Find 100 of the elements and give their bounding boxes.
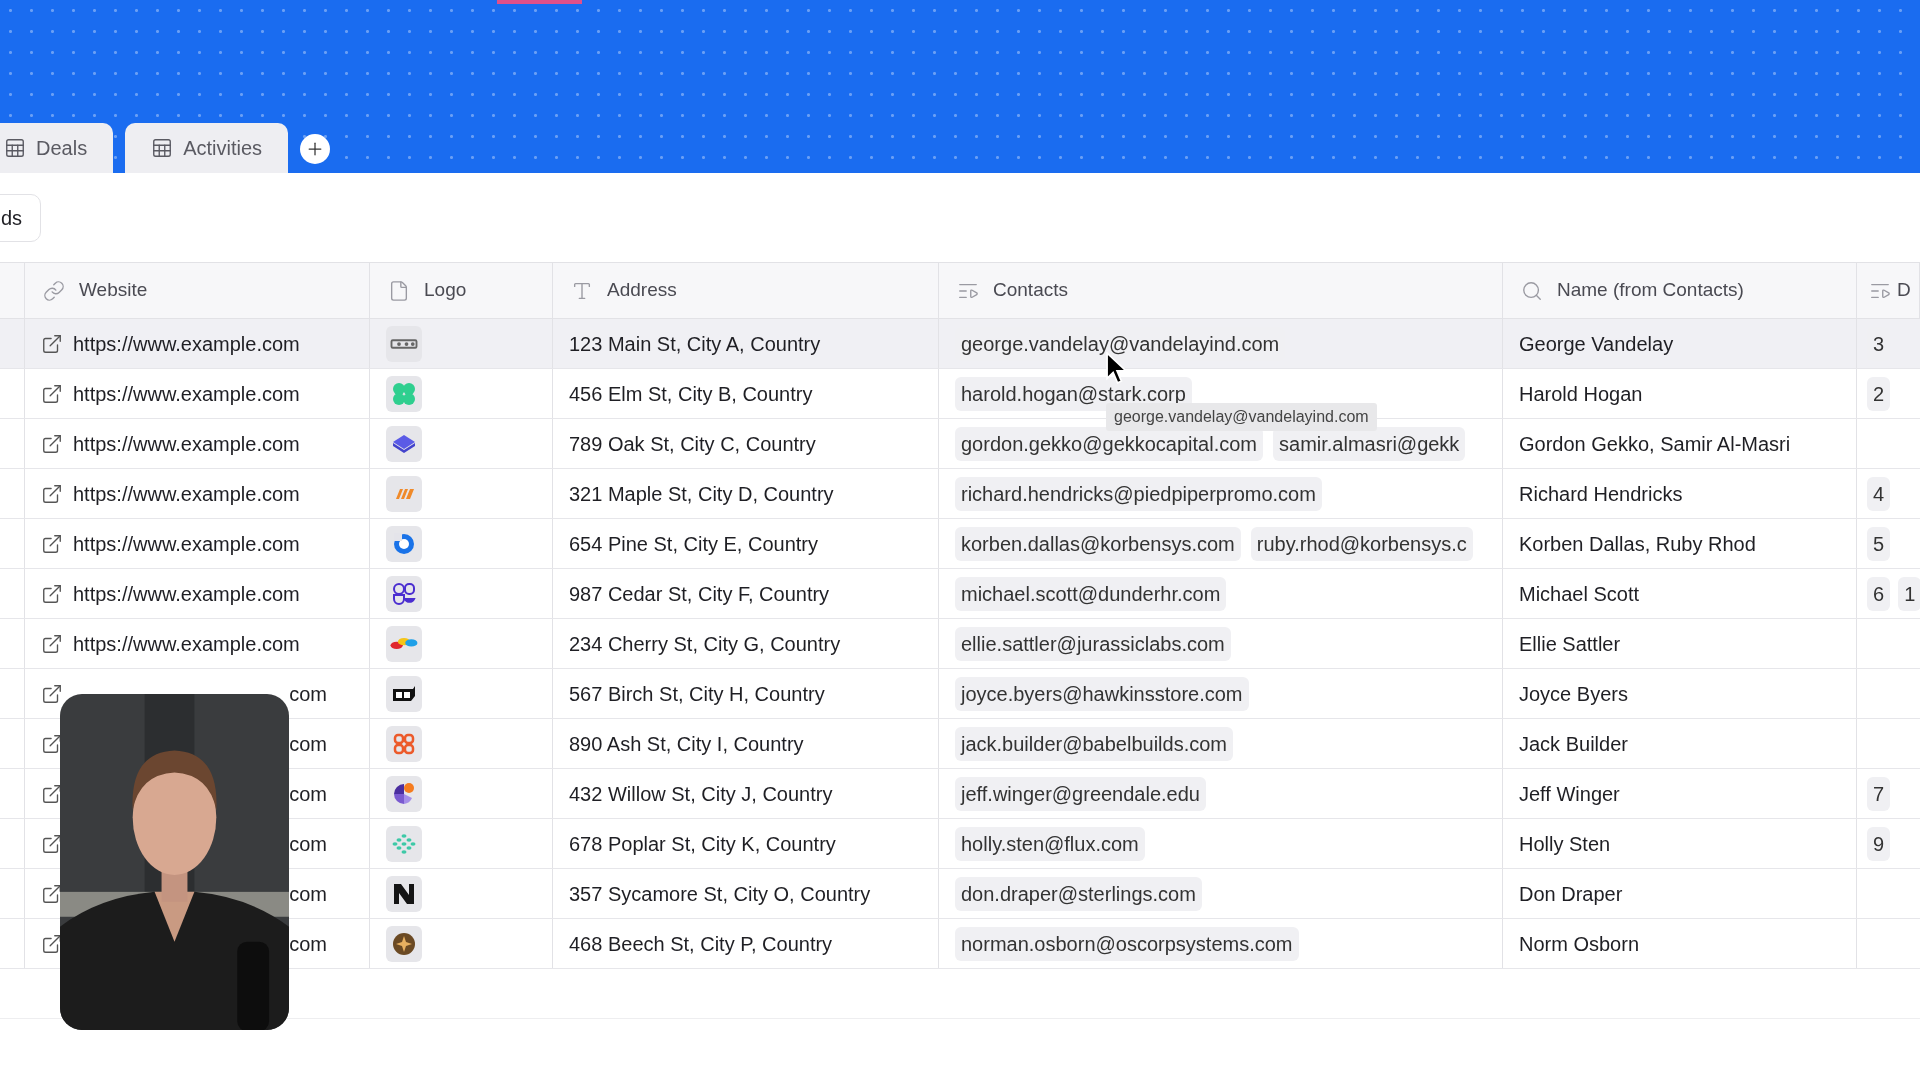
address-cell-text: 234 Cherry St, City G, Country — [569, 631, 841, 657]
column-header: Contacts — [993, 278, 1068, 303]
contact-chip[interactable]: harold.hogan@stark.corp — [955, 376, 1192, 411]
logo-thumbnail[interactable] — [386, 525, 422, 562]
logo-thumbnail[interactable] — [386, 375, 422, 412]
contact-chip[interactable]: samir.almasri@gekk — [1273, 426, 1466, 461]
logo-thumbnail[interactable] — [386, 575, 422, 612]
file-icon — [388, 279, 410, 302]
website-link[interactable]: com — [289, 728, 327, 759]
add-tab-button[interactable] — [300, 134, 331, 164]
logo-thumbnail[interactable] — [386, 325, 422, 362]
name-cell-text: Jack Builder — [1519, 731, 1628, 757]
count-chip[interactable]: 1 — [1898, 576, 1920, 611]
table-icon — [4, 137, 26, 159]
logo-thumbnail[interactable] — [386, 775, 422, 812]
logo-thumbnail[interactable] — [386, 625, 422, 662]
logo-thumbnail[interactable] — [386, 675, 422, 712]
contact-chip[interactable]: richard.hendricks@piedpiperpromo.com — [955, 476, 1322, 511]
external-link-icon[interactable] — [41, 432, 63, 455]
name-cell-text: George Vandelay — [1519, 331, 1674, 357]
external-link-icon[interactable] — [41, 382, 63, 405]
count-chip[interactable]: 5 — [1867, 526, 1891, 561]
website-link[interactable]: com — [289, 678, 327, 709]
address-cell-text: 456 Elm St, City B, Country — [569, 381, 813, 407]
external-link-icon[interactable] — [41, 582, 63, 605]
address-cell-text: 987 Cedar St, City F, Country — [569, 581, 830, 607]
website-link[interactable]: https://www.example.com — [73, 328, 300, 359]
website-link[interactable]: https://www.example.com — [73, 378, 300, 409]
address-cell-text: 357 Sycamore St, City O, Country — [569, 881, 871, 907]
logo-thumbnail[interactable] — [386, 425, 422, 462]
address-cell-text: 789 Oak St, City C, Country — [569, 431, 816, 457]
logo-icon — [390, 338, 418, 349]
contact-chip[interactable]: ellie.sattler@jurassiclabs.com — [955, 626, 1231, 661]
website-link[interactable]: https://www.example.com — [73, 428, 300, 459]
count-chip[interactable]: 2 — [1867, 376, 1891, 411]
name-cell-text: Harold Hogan — [1519, 381, 1643, 407]
search-icon — [1521, 279, 1543, 302]
address-cell-text: 123 Main St, City A, Country — [569, 331, 821, 357]
address-cell-text: 890 Ash St, City I, Country — [569, 731, 804, 757]
address-cell-text: 468 Beech St, City P, Country — [569, 931, 833, 957]
logo-thumbnail[interactable] — [386, 875, 422, 912]
name-cell-text: Gordon Gekko, Samir Al-Masri — [1519, 431, 1791, 457]
name-cell-text: Michael Scott — [1519, 581, 1640, 607]
link-icon — [43, 279, 65, 302]
tooltip: george.vandelay@vandelayind.com — [1106, 403, 1377, 431]
website-link[interactable]: com — [289, 928, 327, 959]
column-header: D — [1897, 278, 1911, 303]
logo-thumbnail[interactable] — [386, 725, 422, 762]
address-cell-text: 432 Willow St, City J, Country — [569, 781, 833, 807]
count-chip[interactable]: 6 — [1867, 576, 1891, 611]
website-link[interactable]: com — [289, 778, 327, 809]
logo-icon — [390, 638, 418, 649]
name-cell-text: Norm Osborn — [1519, 931, 1640, 957]
count-chip[interactable]: 4 — [1867, 476, 1891, 511]
external-link-icon[interactable] — [41, 482, 63, 505]
count-chip[interactable]: 7 — [1867, 776, 1891, 811]
toolbar-button[interactable]: ds — [0, 193, 42, 242]
tab[interactable]: Deals — [0, 123, 114, 173]
website-link[interactable]: com — [289, 878, 327, 909]
contact-chip[interactable]: korben.dallas@korbensys.com — [955, 526, 1241, 561]
website-link[interactable]: https://www.example.com — [73, 528, 300, 559]
column-header: Logo — [424, 278, 467, 303]
contact-chip[interactable]: jack.builder@babelbuilds.com — [955, 726, 1233, 761]
address-cell-text: 321 Maple St, City D, Country — [569, 481, 834, 507]
column-header: Address — [607, 278, 677, 303]
table-row[interactable]: com 567 Birch St, City H, Country joyce.byers@hawkinsstore.com Joyce Byers — [0, 669, 1920, 719]
address-cell-text: 654 Pine St, City E, Country — [569, 531, 818, 557]
name-cell-text: Ellie Sattler — [1519, 631, 1621, 657]
name-cell-text: Korben Dallas, Ruby Rhod — [1519, 531, 1756, 557]
column-header: Name (from Contacts) — [1557, 278, 1744, 303]
table-row[interactable]: https://www.example.com 123 Main St, City A, Country george.vandelay@vandelayind.com George Vandelay 3 — [0, 319, 1920, 369]
website-link[interactable]: https://www.example.com — [73, 628, 300, 659]
external-link-icon[interactable] — [41, 532, 63, 555]
tab[interactable]: Activities — [125, 123, 289, 173]
contact-chip[interactable]: norman.osborn@oscorpsystems.com — [955, 926, 1299, 961]
name-cell-text: Don Draper — [1519, 881, 1623, 907]
logo-thumbnail[interactable] — [386, 925, 422, 962]
count-chip[interactable]: 9 — [1867, 826, 1891, 861]
external-link-icon[interactable] — [41, 682, 63, 705]
table-row[interactable]: https://www.example.com 234 Cherry St, City G, Country ellie.sattler@jurassiclabs.com Ellie Sattler — [0, 619, 1920, 669]
external-link-icon[interactable] — [41, 332, 63, 355]
address-cell-text: 567 Birch St, City H, Country — [569, 681, 825, 707]
table-row[interactable]: https://www.example.com 987 Cedar St, City F, Country michael.scott@dunderhr.com Michael Scott 6 1 — [0, 569, 1920, 619]
logo-thumbnail[interactable] — [386, 825, 422, 862]
contact-chip[interactable]: don.draper@sterlings.com — [955, 876, 1202, 911]
contact-chip[interactable]: jeff.winger@greendale.edu — [955, 776, 1206, 811]
logo-thumbnail[interactable] — [386, 475, 422, 512]
contact-chip[interactable]: joyce.byers@hawkinsstore.com — [955, 676, 1249, 711]
contact-chip[interactable]: ruby.rhod@korbensys.c — [1250, 526, 1473, 561]
contact-chip[interactable]: michael.scott@dunderhr.com — [955, 576, 1227, 611]
website-link[interactable]: com — [289, 828, 327, 859]
website-link[interactable]: https://www.example.com — [73, 578, 300, 609]
contact-chip[interactable]: gordon.gekko@gekkocapital.com — [955, 426, 1264, 461]
table-icon — [151, 137, 174, 159]
contact-chip[interactable]: holly.sten@flux.com — [955, 826, 1145, 861]
website-link[interactable]: https://www.example.com — [73, 478, 300, 509]
table-row[interactable]: https://www.example.com 654 Pine St, City E, Country korben.dallas@korbensys.com ruby.rhod@korbensys.c Korben Dallas, Ruby Rhod 5 — [0, 519, 1920, 569]
external-link-icon[interactable] — [41, 632, 63, 655]
table-row[interactable]: https://www.example.com 321 Maple St, City D, Country richard.hendricks@piedpiperpromo.com Richard Hendricks 4 — [0, 469, 1920, 519]
name-cell-text: Holly Sten — [1519, 831, 1611, 857]
